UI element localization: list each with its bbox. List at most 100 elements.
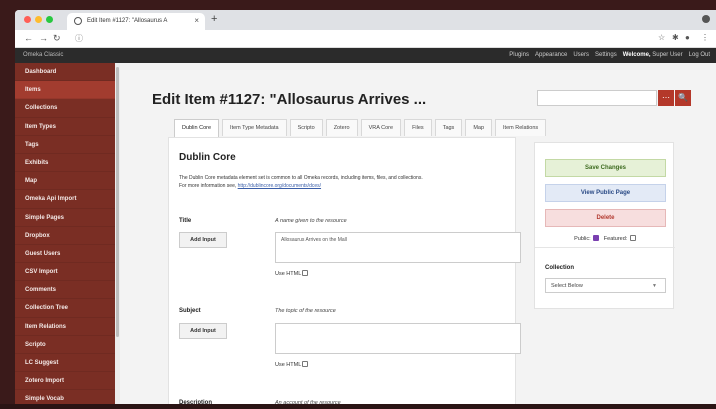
sidebar-item-lc-suggest[interactable]: LC Suggest <box>15 354 115 373</box>
browser-tab-title: Edit Item #1127: "Allosaurus A <box>87 18 168 24</box>
dublin-core-panel: Dublin Core The Dublin Core metadata ele… <box>168 137 521 409</box>
item-edit-tabs: Dublin Core Item Type Metadata Scripto Z… <box>174 119 547 137</box>
window-menu-icon[interactable] <box>702 15 710 23</box>
subject-add-input-button[interactable]: Add Input <box>179 323 227 339</box>
admin-link-appearance[interactable]: Appearance <box>535 52 567 58</box>
public-checkbox[interactable] <box>593 235 600 241</box>
search-options-button[interactable]: ⋯ <box>658 90 674 106</box>
browser-menu-icon[interactable]: ⋮ <box>701 33 709 42</box>
subject-use-html: Use HTML <box>275 361 309 368</box>
description-prefix: For more information see, <box>179 183 238 189</box>
tab-close-icon[interactable]: × <box>194 16 199 25</box>
page-title: Edit Item #1127: "Allosaurus Arrives ... <box>152 91 427 108</box>
maximize-window-button[interactable] <box>46 16 53 23</box>
title-use-html: Use HTML <box>275 270 309 277</box>
tab-tags[interactable]: Tags <box>434 119 463 136</box>
site-title-link[interactable]: Omeka Classic <box>23 52 63 58</box>
title-add-input-button[interactable]: Add Input <box>179 232 227 248</box>
use-html-label: Use HTML <box>275 362 302 368</box>
address-bar[interactable]: ⓘ <box>75 33 650 45</box>
sidebar-item-zotero-import[interactable]: Zotero Import <box>15 372 115 391</box>
subject-field-hint: The topic of the resource <box>275 308 336 314</box>
admin-link-plugins[interactable]: Plugins <box>509 52 529 58</box>
sidebar-item-exhibits[interactable]: Exhibits <box>15 154 115 173</box>
tab-scripto[interactable]: Scripto <box>289 119 323 136</box>
sidebar-item-comments[interactable]: Comments <box>15 281 115 300</box>
close-window-button[interactable] <box>24 16 31 23</box>
sidebar-item-dashboard[interactable]: Dashboard <box>15 63 115 82</box>
sidebar-item-dropbox[interactable]: Dropbox <box>15 227 115 245</box>
browser-window: Edit Item #1127: "Allosaurus A × + ← → ↻… <box>15 10 716 409</box>
sidebar-item-item-types[interactable]: Item Types <box>15 118 115 136</box>
title-textarea[interactable]: Allosaurus Arrives on the Mall <box>275 232 521 263</box>
logout-link[interactable]: Log Out <box>689 52 710 58</box>
tab-item-type-metadata[interactable]: Item Type Metadata <box>222 119 287 136</box>
sidebar-item-csv-import[interactable]: CSV Import <box>15 263 115 282</box>
sidebar-item-item-relations[interactable]: Item Relations <box>15 318 115 336</box>
search-icon[interactable]: 🔍 <box>675 90 691 106</box>
admin-sidebar: Dashboard Items Collections Item Types T… <box>15 63 115 409</box>
device-bezel-bottom <box>0 404 716 409</box>
extension-icon[interactable]: ✱ <box>672 33 679 42</box>
public-featured-row: Public: Featured: <box>535 235 675 242</box>
sidebar-item-items[interactable]: Items <box>15 81 115 100</box>
sidebar-item-omeka-api-import[interactable]: Omeka Api Import <box>15 190 115 209</box>
forward-icon[interactable]: → <box>39 33 48 43</box>
tab-vra-core[interactable]: VRA Core <box>360 119 402 136</box>
section-description: The Dublin Core metadata element set is … <box>179 174 519 190</box>
main-content: Edit Item #1127: "Allosaurus Arrives ...… <box>120 63 716 409</box>
section-title: Dublin Core <box>179 152 236 163</box>
use-html-label: Use HTML <box>275 271 302 277</box>
tab-files[interactable]: Files <box>404 119 432 136</box>
browser-tab[interactable]: Edit Item #1127: "Allosaurus A × <box>67 13 205 30</box>
description-text: The Dublin Core metadata element set is … <box>179 175 423 181</box>
sidebar-item-tags[interactable]: Tags <box>15 136 115 154</box>
tab-map[interactable]: Map <box>465 119 493 136</box>
featured-checkbox[interactable] <box>629 235 636 241</box>
delete-button[interactable]: Delete <box>545 209 666 227</box>
browser-toolbar: ← → ↻ ⓘ ☆ ✱ ● ⋮ <box>15 30 716 48</box>
reload-icon[interactable]: ↻ <box>53 33 61 44</box>
user-name-link[interactable]: Super User <box>652 52 682 58</box>
subject-textarea[interactable] <box>275 323 521 354</box>
bookmark-star-icon[interactable]: ☆ <box>658 33 665 42</box>
collection-label: Collection <box>545 265 575 271</box>
welcome-text: Welcome, Super User <box>623 52 683 58</box>
subject-field-label: Subject <box>179 308 201 314</box>
save-changes-button[interactable]: Save Changes <box>545 159 666 177</box>
collection-select-value: Select Below <box>551 283 583 289</box>
collection-select[interactable]: Select Below ▼ <box>545 278 666 293</box>
view-public-page-button[interactable]: View Public Page <box>545 184 666 202</box>
tab-item-relations[interactable]: Item Relations <box>495 119 547 136</box>
admin-link-settings[interactable]: Settings <box>595 52 617 58</box>
chevron-down-icon: ▼ <box>652 283 657 289</box>
title-field-label: Title <box>179 218 192 224</box>
minimize-window-button[interactable] <box>35 16 42 23</box>
profile-icon[interactable]: ● <box>685 33 690 42</box>
sidebar-item-map[interactable]: Map <box>15 172 115 191</box>
sidebar-item-simple-pages[interactable]: Simple Pages <box>15 209 115 227</box>
new-tab-button[interactable]: + <box>211 13 217 25</box>
admin-bar: Omeka Classic Plugins Appearance Users S… <box>15 48 716 63</box>
title-use-html-checkbox[interactable] <box>302 270 309 276</box>
welcome-label: Welcome, <box>622 52 651 58</box>
admin-link-users[interactable]: Users <box>573 52 589 58</box>
browser-tabstrip: Edit Item #1127: "Allosaurus A × + <box>15 10 716 30</box>
sidebar-item-collection-tree[interactable]: Collection Tree <box>15 299 115 318</box>
title-field-hint: A name given to the resource <box>275 218 347 224</box>
tab-zotero[interactable]: Zotero <box>325 119 358 136</box>
tab-dublin-core[interactable]: Dublin Core <box>174 119 220 137</box>
back-icon[interactable]: ← <box>24 33 33 43</box>
sidebar-item-scripto[interactable]: Scripto <box>15 336 115 354</box>
sidebar-item-collections[interactable]: Collections <box>15 99 115 118</box>
sidebar-item-guest-users[interactable]: Guest Users <box>15 245 115 264</box>
scrollbar-thumb[interactable] <box>116 67 119 337</box>
admin-links: Plugins Appearance Users Settings Welcom… <box>509 52 710 58</box>
search-input[interactable] <box>537 90 657 106</box>
site-info-icon[interactable]: ⓘ <box>75 33 83 44</box>
dublin-core-link[interactable]: http://dublincore.org/documents/dces/ <box>238 183 321 189</box>
public-label: Public: <box>574 236 591 242</box>
featured-label: Featured: <box>603 236 628 242</box>
divider <box>535 247 675 248</box>
subject-use-html-checkbox[interactable] <box>302 361 309 367</box>
